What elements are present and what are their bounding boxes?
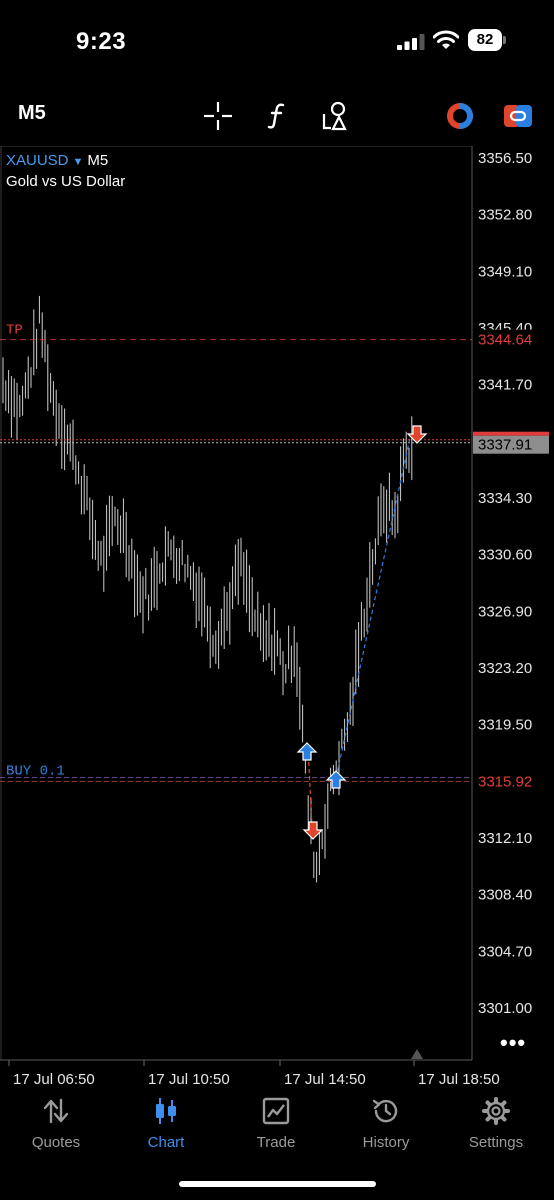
symbol-header[interactable]: XAUUSD ▼ M5 bbox=[6, 152, 108, 169]
time-tick-label: 17 Jul 06:50 bbox=[13, 1071, 95, 1088]
trade-icon bbox=[262, 1097, 290, 1125]
sell-exit-arrow-icon bbox=[406, 425, 428, 444]
home-indicator bbox=[179, 1181, 376, 1187]
price-tick-label: 3323.20 bbox=[478, 660, 532, 677]
buy-entry-arrow-icon bbox=[296, 742, 318, 761]
price-tick-label: 3319.50 bbox=[478, 717, 532, 734]
chart-canvas[interactable]: TPSLBUY 0.13356.503352.803349.103345.403… bbox=[0, 146, 554, 1090]
time-tick-label: 17 Jul 18:50 bbox=[418, 1071, 500, 1088]
current-price-tag-accent bbox=[473, 431, 549, 436]
battery-icon: 82 bbox=[468, 29, 506, 51]
position-price-tag: 3315.92 bbox=[478, 773, 532, 790]
symbol-name[interactable]: XAUUSD bbox=[6, 152, 69, 169]
price-tick-label: 3352.80 bbox=[478, 207, 532, 224]
nav-history[interactable]: History bbox=[336, 1096, 436, 1156]
nav-settings[interactable]: Settings bbox=[446, 1096, 546, 1156]
price-tick-label: 3301.00 bbox=[478, 1000, 532, 1017]
symbol-description: Gold vs US Dollar bbox=[6, 173, 126, 190]
nav-label: Trade bbox=[256, 1134, 296, 1151]
nav-trade[interactable]: Trade bbox=[226, 1096, 326, 1156]
tp-price-tag: 3344.64 bbox=[478, 332, 532, 349]
function-icon[interactable] bbox=[262, 100, 294, 132]
price-tick-label: 3349.10 bbox=[478, 263, 532, 280]
nav-label: History bbox=[362, 1134, 410, 1151]
wifi-icon bbox=[433, 30, 459, 49]
shapes-icon[interactable] bbox=[320, 100, 352, 132]
price-bars bbox=[2, 295, 413, 883]
trade-connector-line bbox=[335, 437, 411, 779]
settings-icon bbox=[482, 1097, 510, 1125]
nav-label: Settings bbox=[468, 1134, 524, 1151]
link-icon[interactable] bbox=[502, 100, 534, 132]
position-label: BUY 0.1 bbox=[6, 763, 65, 779]
chart-icon bbox=[156, 1098, 176, 1124]
price-tick-label: 3312.10 bbox=[478, 830, 532, 847]
price-tick-label: 3308.40 bbox=[478, 887, 532, 904]
current-price-tag: 3337.91 bbox=[478, 437, 532, 454]
quotes-icon bbox=[43, 1098, 69, 1124]
symbol-timeframe: M5 bbox=[87, 152, 109, 169]
price-tick-label: 3334.30 bbox=[478, 490, 532, 507]
status-bar: 9:23 82 bbox=[0, 0, 554, 80]
chart-shift-icon bbox=[411, 1049, 423, 1059]
history-icon bbox=[372, 1099, 398, 1123]
axis-labels: TPSLBUY 0.13356.503352.803349.103345.403… bbox=[6, 150, 553, 1088]
chevron-down-icon[interactable]: ▼ bbox=[73, 156, 84, 168]
price-tick-label: 3330.60 bbox=[478, 547, 532, 564]
take-profit-label: TP bbox=[6, 323, 23, 339]
price-tick-label: 3341.70 bbox=[478, 377, 532, 394]
nav-chart[interactable]: Chart bbox=[116, 1096, 216, 1156]
more-options-icon[interactable]: ••• bbox=[500, 1030, 526, 1056]
buy-entry-arrow-icon bbox=[325, 770, 347, 789]
price-chart[interactable]: TP SL BUY 0.1 3356.50 3352.80 3349.10 3345.40 3… bbox=[0, 146, 554, 1090]
time-tick-label: 17 Jul 10:50 bbox=[148, 1071, 230, 1088]
crosshair-icon[interactable] bbox=[202, 100, 234, 132]
status-time: 9:23 bbox=[76, 28, 127, 55]
battery-level: 82 bbox=[468, 29, 502, 51]
nav-label: Quotes bbox=[31, 1134, 81, 1151]
price-tick-label: 3326.90 bbox=[478, 603, 532, 620]
signal-toggle-icon[interactable] bbox=[444, 100, 476, 132]
chart-toolbar: M5 bbox=[0, 90, 554, 140]
price-tick-label: 3356.50 bbox=[478, 150, 532, 167]
cellular-signal-icon bbox=[397, 34, 425, 50]
timeframe-button[interactable]: M5 bbox=[18, 102, 46, 125]
nav-quotes[interactable]: Quotes bbox=[6, 1096, 106, 1156]
price-tick-label: 3304.70 bbox=[478, 943, 532, 960]
time-tick-label: 17 Jul 14:50 bbox=[284, 1071, 366, 1088]
nav-label: Chart bbox=[147, 1134, 185, 1151]
chart-lines bbox=[0, 146, 473, 1061]
